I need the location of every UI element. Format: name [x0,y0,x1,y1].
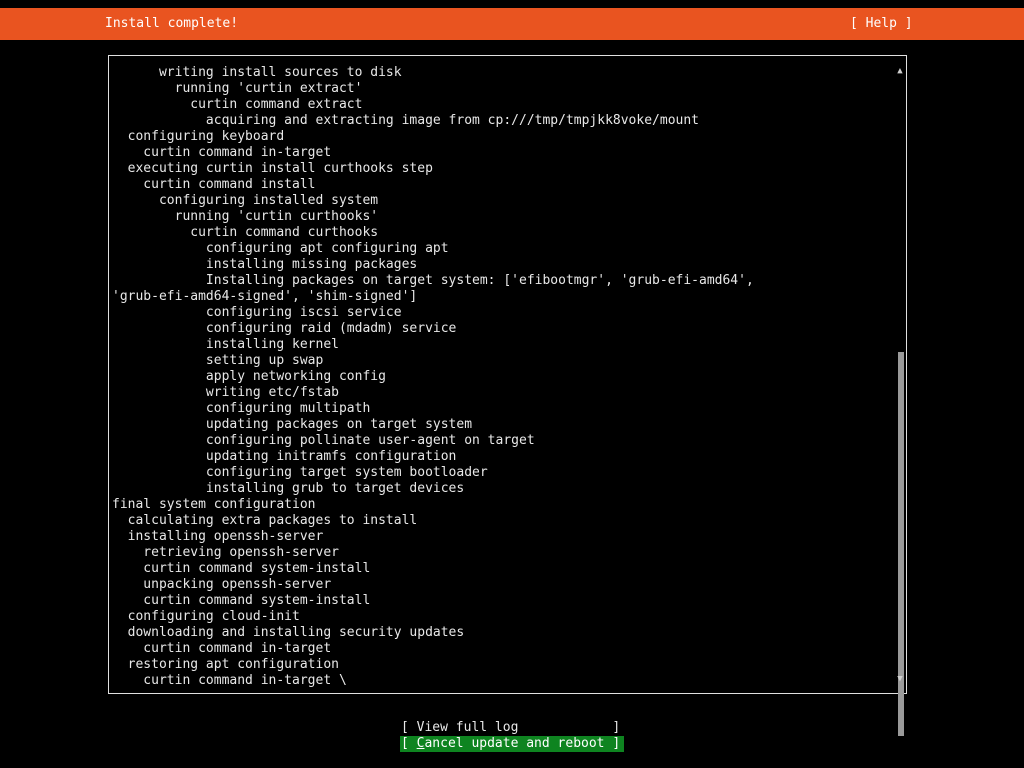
log-line: retrieving openssh-server [112,545,339,560]
log-line: updating packages on target system [112,417,473,432]
log-line: configuring keyboard [112,129,285,144]
log-line: 'grub-efi-amd64-signed', 'shim-signed'] [112,289,418,304]
view-full-log-label: View full log [416,720,519,735]
log-line: unpacking openssh-server [112,577,332,592]
log-line: configuring iscsi service [112,305,402,320]
log-line: curtin command curthooks [112,225,379,240]
log-line: curtin command install [112,177,316,192]
log-line: configuring raid (mdadm) service [112,321,457,336]
log-line: configuring pollinate user-agent on targ… [112,433,535,448]
log-line: installing missing packages [112,257,418,272]
log-lines: writing install sources to disk running … [112,65,892,689]
log-line: curtin command in-target \ [112,673,347,688]
log-line: curtin command in-target [112,145,332,160]
log-line: configuring target system bootloader [112,465,488,480]
log-line: writing install sources to disk [112,65,402,80]
title-bar: Install complete! [ Help ] [0,8,1024,40]
log-line: calculating extra packages to install [112,513,418,528]
scroll-up-arrow-icon[interactable]: ▲ [895,65,905,77]
view-full-log-prefix: [ [401,720,417,735]
log-line: apply networking config [112,369,386,384]
log-line: updating initramfs configuration [112,449,457,464]
page-title: Install complete! [105,16,239,31]
log-line: running 'curtin curthooks' [112,209,379,224]
scroll-down-arrow-icon[interactable]: ▼ [895,673,905,685]
log-line: acquiring and extracting image from cp:/… [112,113,699,128]
install-log-panel[interactable]: writing install sources to disk running … [108,55,907,694]
installer-screen: Install complete! [ Help ] writing insta… [0,0,1024,768]
log-line: Installing packages on target system: ['… [112,273,754,288]
log-line: configuring installed system [112,193,379,208]
cancel-reboot-label: ancel update and reboot [424,736,605,751]
log-line: final system configuration [112,497,316,512]
log-line: running 'curtin extract' [112,81,363,96]
cancel-reboot-suffix: ] [604,736,621,751]
help-button[interactable]: [ Help ] [850,16,913,32]
log-line: configuring multipath [112,401,371,416]
cancel-reboot-prefix: [ [401,736,417,751]
log-line: installing kernel [112,337,339,352]
log-line: restoring apt configuration [112,657,339,672]
view-full-log-suffix: ] [518,720,621,735]
log-line: installing openssh-server [112,529,324,544]
log-scrollbar[interactable]: ▲ ▼ [895,65,905,736]
view-full-log-button[interactable]: [ View full log ] [400,720,624,736]
log-line: curtin command extract [112,97,363,112]
log-line: configuring cloud-init [112,609,300,624]
log-line: setting up swap [112,353,324,368]
log-line: configuring apt configuring apt [112,241,449,256]
log-line: curtin command in-target [112,641,332,656]
log-line: installing grub to target devices [112,481,465,496]
log-line: downloading and installing security upda… [112,625,465,640]
log-line: executing curtin install curthooks step [112,161,433,176]
log-line: writing etc/fstab [112,385,339,400]
log-line: curtin command system-install [112,561,371,576]
action-buttons: [ View full log ] [ Cancel update and re… [400,720,624,752]
log-line: curtin command system-install [112,593,371,608]
cancel-update-and-reboot-button[interactable]: [ Cancel update and reboot ] [400,736,624,752]
